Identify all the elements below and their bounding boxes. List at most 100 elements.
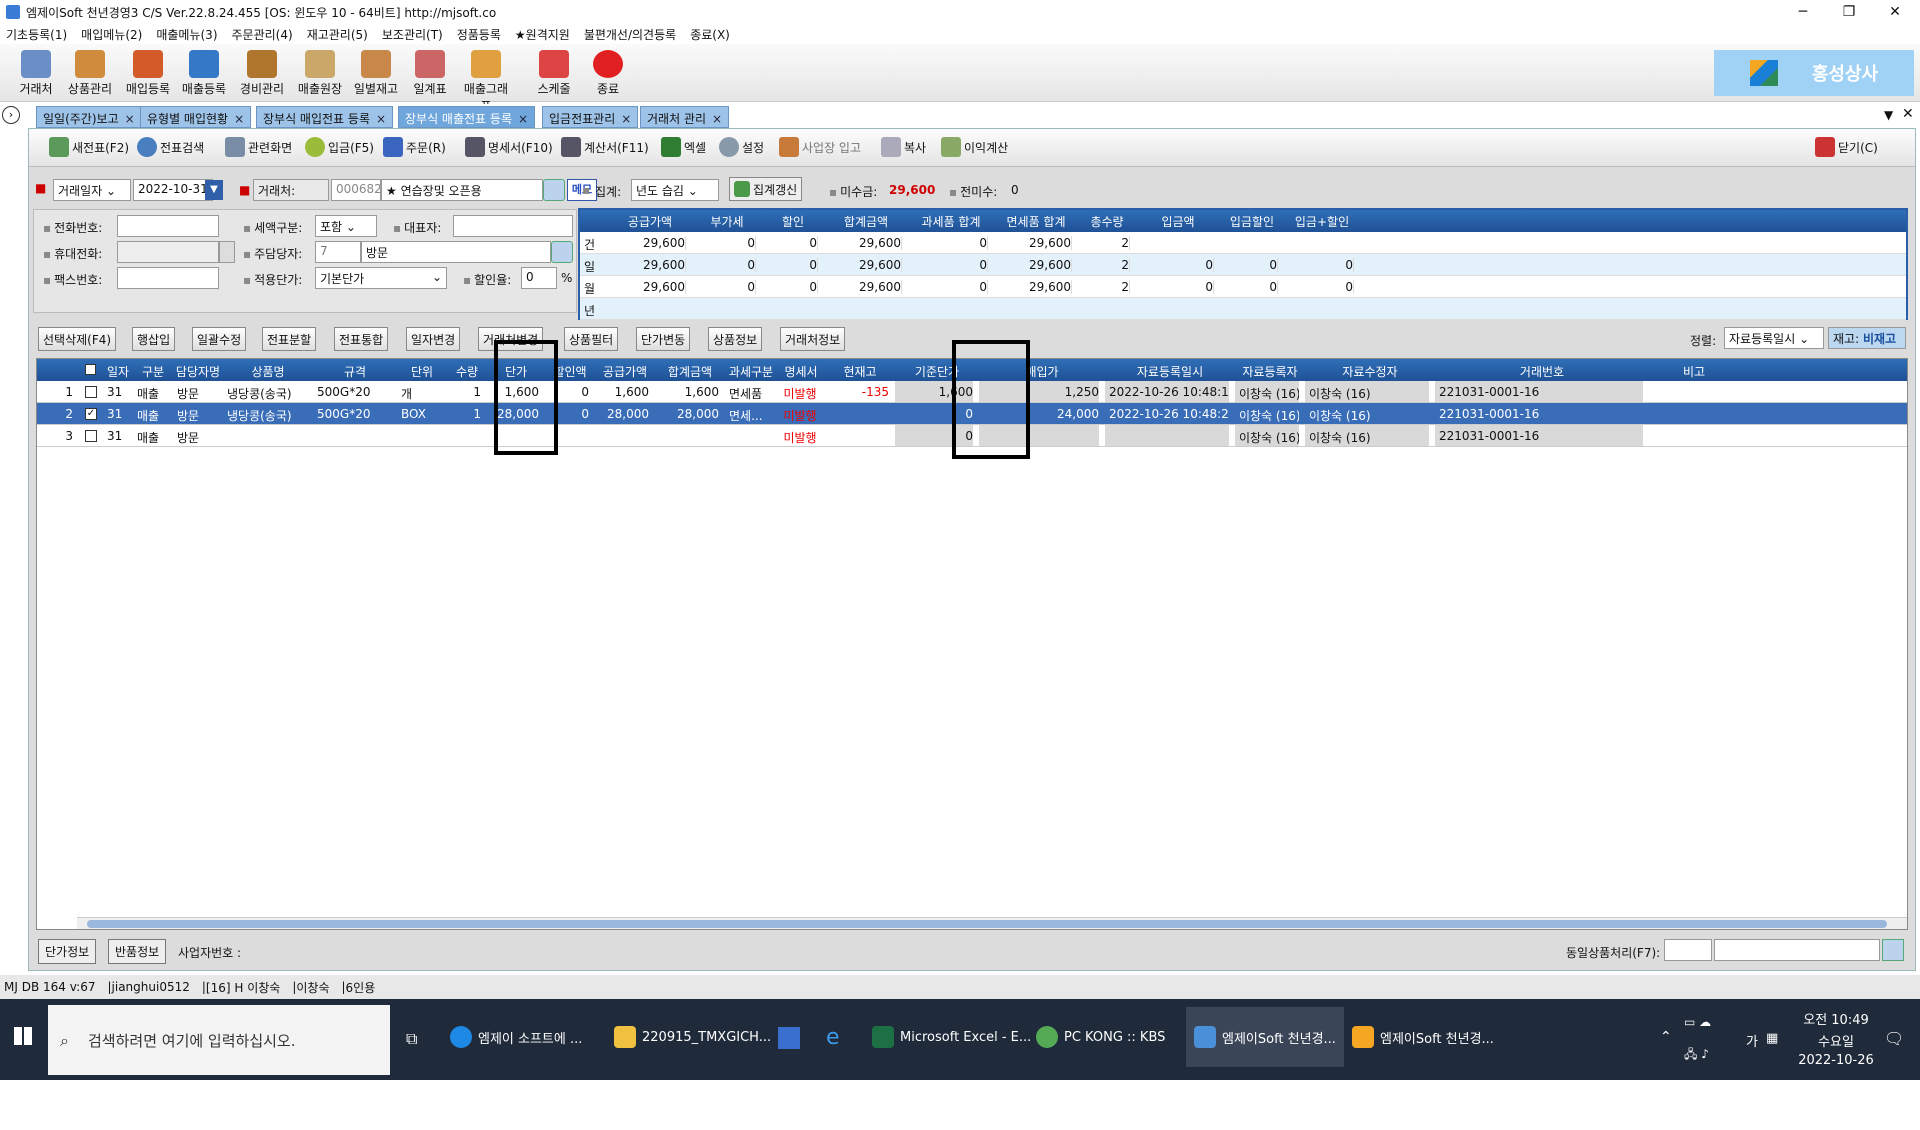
- table-cell[interactable]: 500G*20: [313, 385, 391, 399]
- table-cell[interactable]: 28,000: [595, 407, 649, 421]
- tab-purchase-entry[interactable]: 장부식 매입전표 등록 ×: [256, 106, 394, 128]
- chevron-right-icon[interactable]: ›: [2, 106, 20, 124]
- grid-column-header[interactable]: 일자: [103, 363, 133, 380]
- table-cell[interactable]: 221031-0001-16: [1435, 407, 1643, 421]
- table-cell[interactable]: 매출: [133, 407, 167, 424]
- grid-column-header[interactable]: 현재고: [825, 363, 895, 380]
- task-view-icon[interactable]: ⧉: [406, 1029, 417, 1049]
- grid-column-header[interactable]: 단위: [397, 363, 447, 380]
- manager-code-input[interactable]: 7: [315, 241, 361, 263]
- table-cell[interactable]: 1,600: [655, 385, 719, 399]
- windows-start-icon[interactable]: [14, 1027, 32, 1045]
- grid-column-header[interactable]: 합계금액: [655, 363, 725, 380]
- profit-calc-button[interactable]: 이익계산: [941, 135, 1008, 159]
- grid-column-header[interactable]: 명세서: [777, 363, 825, 380]
- tab-menu-icon[interactable]: ▼: [1884, 108, 1893, 122]
- change-date-button[interactable]: 일자변경: [406, 327, 461, 351]
- client-info-button[interactable]: 거래처정보: [780, 327, 846, 351]
- phone-book-icon[interactable]: [219, 241, 235, 263]
- stock-toggle[interactable]: 재고: 비재고: [1828, 327, 1906, 349]
- menu-item[interactable]: 보조관리(T): [382, 26, 443, 43]
- menu-item[interactable]: 주문관리(4): [232, 26, 293, 43]
- table-cell[interactable]: 면세품: [725, 385, 771, 402]
- related-screen-button[interactable]: 관련화면: [225, 135, 292, 159]
- search-icon[interactable]: [1882, 939, 1904, 961]
- taskbar-app[interactable]: Microsoft Excel - E...: [872, 1007, 1031, 1067]
- table-cell[interactable]: 방문: [173, 407, 217, 424]
- table-cell[interactable]: 미발행: [777, 429, 819, 446]
- grid-column-header[interactable]: 자료등록일시: [1105, 363, 1235, 380]
- close-icon[interactable]: ✕: [1902, 106, 1914, 122]
- chevron-up-icon[interactable]: ⌃: [1660, 1029, 1672, 1045]
- table-cell[interactable]: 2022-10-26 10:48:26: [1105, 407, 1229, 421]
- close-icon[interactable]: ×: [518, 112, 528, 126]
- toolbar-sales-button[interactable]: 매출등록: [178, 48, 230, 100]
- close-icon[interactable]: ×: [376, 112, 386, 126]
- table-cell[interactable]: [1105, 425, 1229, 446]
- close-screen-button[interactable]: 닫기(C): [1815, 135, 1878, 159]
- client-code-input[interactable]: 000682: [331, 179, 381, 201]
- order-button[interactable]: 주문(R): [383, 135, 446, 159]
- insert-row-button[interactable]: 행삽입: [132, 327, 176, 351]
- sum-refresh-button[interactable]: 집계갱신: [729, 177, 803, 201]
- table-cell[interactable]: 1: [447, 385, 481, 399]
- table-cell[interactable]: 매출: [133, 385, 167, 402]
- tab-sales-entry[interactable]: 장부식 매출전표 등록 ×: [398, 106, 536, 128]
- table-cell[interactable]: 미발행: [777, 385, 819, 402]
- menu-item[interactable]: 매출메뉴(3): [156, 26, 217, 43]
- toolbar-graph-button[interactable]: 매출그래프: [460, 48, 512, 113]
- taskbar-app[interactable]: 220915_TMXGICH...: [614, 1007, 771, 1067]
- grid-column-header[interactable]: 자료수정자: [1305, 363, 1435, 380]
- merge-slip-button[interactable]: 전표통합: [334, 327, 389, 351]
- table-cell[interactable]: 매출: [133, 429, 167, 446]
- taskbar-app-active[interactable]: 엠제이Soft 천년경...: [1186, 1007, 1344, 1067]
- toolbar-exit-button[interactable]: 종료: [582, 48, 634, 100]
- grid-column-header[interactable]: 규격: [313, 363, 397, 380]
- table-cell[interactable]: 면세...: [725, 407, 771, 424]
- toolbar-purchase-button[interactable]: 매입등록: [122, 48, 174, 100]
- table-cell[interactable]: 방문: [173, 385, 217, 402]
- row-checkbox[interactable]: [85, 386, 97, 398]
- menu-item[interactable]: 재고관리(5): [307, 26, 368, 43]
- menu-item[interactable]: 불편개선/의견등록: [584, 26, 676, 43]
- client-name-input[interactable]: ★ 연습장및 오픈용: [381, 179, 543, 201]
- menu-item[interactable]: 정품등록: [457, 26, 501, 43]
- table-cell[interactable]: 개: [397, 385, 441, 402]
- close-icon[interactable]: ×: [712, 112, 722, 126]
- site-receiving-button[interactable]: 사업장 입고: [779, 135, 861, 159]
- row-checkbox[interactable]: ✓: [85, 408, 97, 420]
- tab-deposit[interactable]: 입금전표관리 ×: [542, 106, 639, 128]
- table-cell[interactable]: 방문: [173, 429, 217, 446]
- grid-column-header[interactable]: 담당자명: [173, 363, 223, 380]
- fax-input[interactable]: [117, 267, 219, 289]
- notification-icon[interactable]: 🗨: [1884, 1029, 1904, 1048]
- table-cell[interactable]: 31: [103, 385, 127, 399]
- grid-column-header[interactable]: 거래번호: [1435, 363, 1649, 380]
- toolbar-ledger-button[interactable]: 매출원장: [294, 48, 346, 100]
- sort-select[interactable]: 자료등록일시 ⌄: [1724, 327, 1824, 349]
- close-icon[interactable]: ×: [621, 112, 631, 126]
- rep-input[interactable]: [453, 215, 573, 237]
- close-icon[interactable]: ×: [125, 112, 135, 126]
- invoice-button[interactable]: 계산서(F11): [561, 135, 649, 159]
- table-cell[interactable]: 1,600: [595, 385, 649, 399]
- horizontal-scrollbar[interactable]: [77, 917, 1907, 929]
- phone-input[interactable]: [117, 215, 219, 237]
- bulk-edit-button[interactable]: 일괄수정: [192, 327, 247, 351]
- grid-column-header[interactable]: 공급가액: [595, 363, 655, 380]
- scrollbar-thumb[interactable]: [87, 920, 1887, 928]
- table-cell[interactable]: 28,000: [655, 407, 719, 421]
- tax-select[interactable]: 포함 ⌄: [315, 215, 377, 237]
- close-icon[interactable]: ×: [234, 112, 244, 126]
- slip-search-button[interactable]: 전표검색: [137, 135, 204, 159]
- table-cell[interactable]: 미발행: [777, 407, 819, 424]
- table-cell[interactable]: 500G*20: [313, 407, 391, 421]
- taskbar-app[interactable]: PC KONG :: KBS: [1036, 1007, 1165, 1067]
- store-icon[interactable]: [778, 1027, 800, 1049]
- taskbar-app[interactable]: 엠제이 소프트에 ...: [450, 1007, 582, 1067]
- return-info-button[interactable]: 반품정보: [108, 939, 167, 964]
- table-cell[interactable]: BOX: [397, 407, 441, 421]
- toolbar-product-button[interactable]: 상품관리: [64, 48, 116, 100]
- product-info-button[interactable]: 상품정보: [708, 327, 763, 351]
- toolbar-expense-button[interactable]: 경비관리: [236, 48, 288, 100]
